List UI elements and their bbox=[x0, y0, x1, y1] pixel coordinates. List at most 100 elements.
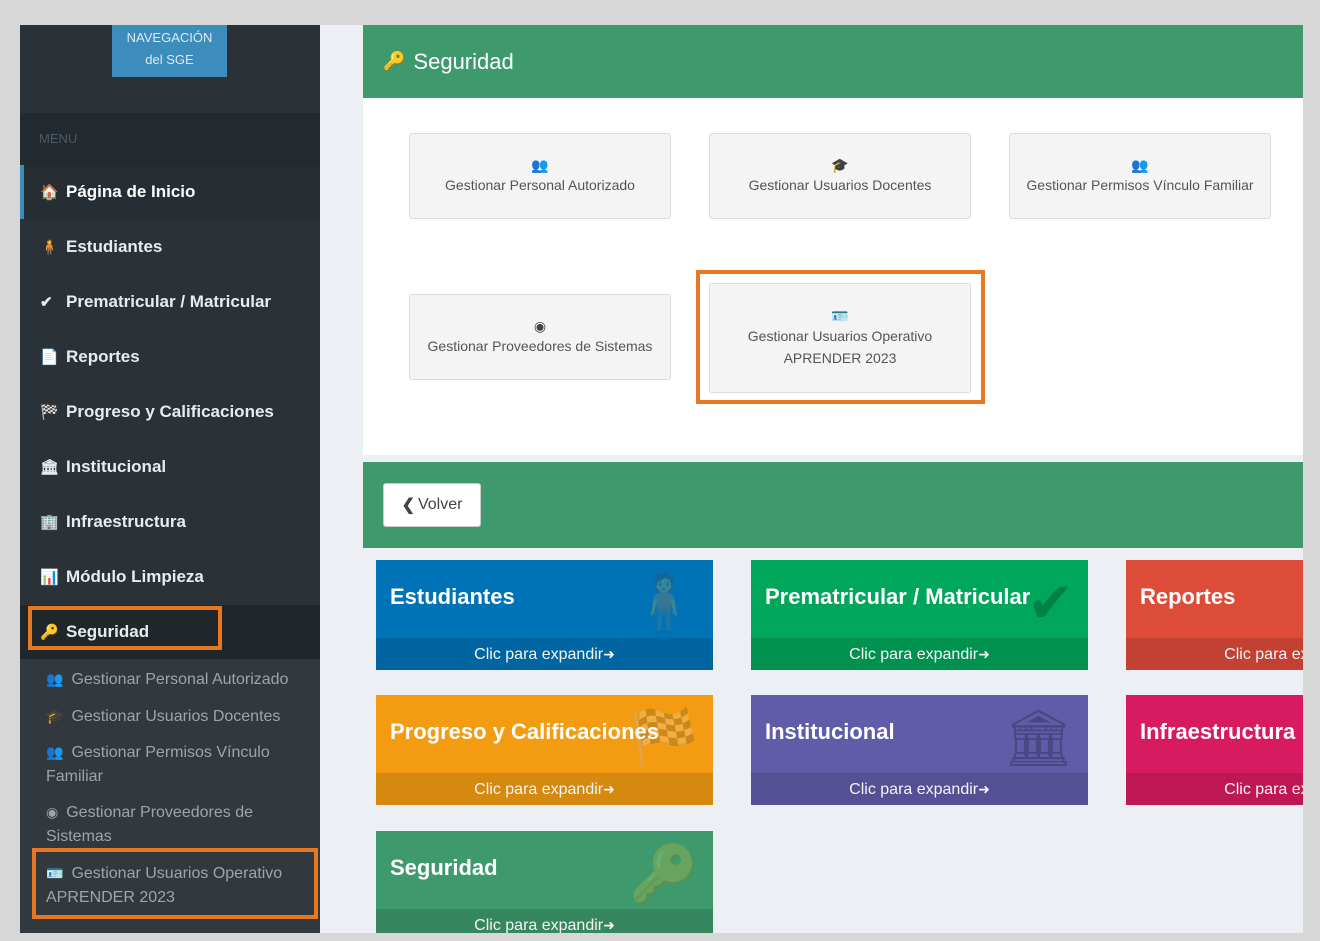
logo-line-2: del SGE bbox=[145, 52, 194, 67]
submenu-item-proveedores[interactable]: ◉ Gestionar Proveedores de Sistemas bbox=[46, 800, 316, 849]
submenu-item-vinculo-familiar[interactable]: 👥 Gestionar Permisos Vínculo Familiar bbox=[46, 740, 316, 789]
bar-chart-icon: 📊 bbox=[40, 569, 59, 586]
sidebar-item-infraestructura[interactable]: 🏢 Infraestructura bbox=[20, 495, 320, 549]
button-label: Gestionar Usuarios Operativo APRENDER 20… bbox=[747, 328, 933, 366]
tile-reportes[interactable]: Reportes 📄 Clic para expandir➜ bbox=[1126, 560, 1303, 670]
tile-title: Reportes bbox=[1140, 584, 1236, 609]
sidebar-item-label: Módulo Limpieza bbox=[66, 567, 204, 586]
user-circle-icon: ◉ bbox=[533, 318, 547, 334]
tile-footer-link[interactable]: Clic para expandir➜ bbox=[376, 909, 713, 933]
key-icon: 🔑 bbox=[40, 624, 59, 641]
tile-footer-link[interactable]: Clic para expandir➜ bbox=[751, 773, 1088, 805]
submenu-item-personal-autorizado[interactable]: 👥 Gestionar Personal Autorizado bbox=[46, 667, 316, 692]
sidebar-item-institucional[interactable]: 🏛 Institucional bbox=[20, 440, 320, 494]
report-icon: 📄 bbox=[40, 349, 59, 366]
tile-footer-label: Clic para expandir bbox=[849, 781, 979, 798]
tile-title: Seguridad bbox=[390, 855, 498, 880]
back-bar: ❮ Volver bbox=[363, 462, 1303, 548]
submenu-item-label: Gestionar Usuarios Operativo APRENDER 20… bbox=[46, 865, 283, 906]
users-icon: 👥 bbox=[46, 671, 64, 687]
submenu-item-label: Gestionar Permisos Vínculo Familiar bbox=[46, 744, 270, 785]
tile-footer-label: Clic para expandir bbox=[474, 917, 604, 933]
button-label: Gestionar Usuarios Docentes bbox=[748, 177, 932, 193]
tile-infraestructura[interactable]: Infraestructura 🏢 Clic para expandir➜ bbox=[1126, 695, 1303, 805]
page-title: Seguridad bbox=[413, 48, 514, 74]
tile-footer-label: Clic para expandir bbox=[474, 781, 604, 798]
tile-footer-link[interactable]: Clic para expandir➜ bbox=[376, 773, 713, 805]
tile-title: Estudiantes bbox=[390, 584, 515, 609]
id-card-icon: 🪪 bbox=[46, 865, 64, 881]
sidebar-item-label: Institucional bbox=[66, 457, 167, 476]
sidebar-item-label: Reportes bbox=[66, 347, 140, 366]
tile-prematricular[interactable]: Prematricular / Matricular ✔ Clic para e… bbox=[751, 560, 1088, 670]
sidebar: NAVEGACIÓN del SGE MENU 🏠 Página de Inic… bbox=[20, 25, 320, 933]
tile-seguridad[interactable]: Seguridad 🔑 Clic para expandir➜ bbox=[376, 831, 713, 933]
sidebar-item-label: Progreso y Calificaciones bbox=[66, 402, 274, 421]
tile-title: Progreso y Calificaciones bbox=[390, 719, 659, 744]
sidebar-item-estudiantes[interactable]: 🧍 Estudiantes bbox=[20, 220, 320, 274]
chevron-left-icon: ❮ bbox=[401, 497, 415, 514]
tile-footer-link[interactable]: Clic para expandir➜ bbox=[1126, 638, 1303, 670]
logo-line-1: NAVEGACIÓN bbox=[126, 30, 213, 45]
student-icon: 🧍 bbox=[629, 571, 699, 634]
submenu-item-operativo-aprender[interactable]: 🪪 Gestionar Usuarios Operativo APRENDER 2… bbox=[46, 861, 316, 910]
personal-autorizado-button[interactable]: 👥 Gestionar Personal Autorizado bbox=[409, 133, 671, 219]
sidebar-item-label: Infraestructura bbox=[66, 512, 186, 531]
back-button[interactable]: ❮ Volver bbox=[383, 483, 481, 527]
sidebar-item-seguridad[interactable]: 🔑 Seguridad bbox=[20, 605, 320, 659]
button-label: Gestionar Personal Autorizado bbox=[445, 177, 635, 193]
graduation-cap-icon: 🎓 bbox=[46, 708, 64, 724]
check-icon: ✔ bbox=[40, 294, 53, 311]
check-icon: ✔ bbox=[1027, 571, 1074, 634]
panel-header: 🔑 Seguridad bbox=[363, 25, 1303, 98]
sidebar-item-label: Prematricular / Matricular bbox=[66, 292, 272, 311]
sidebar-item-prematricular[interactable]: ✔ Prematricular / Matricular bbox=[20, 275, 320, 329]
users-icon: 👥 bbox=[1131, 157, 1149, 173]
tile-footer-label: Clic para expandir bbox=[849, 646, 979, 663]
sidebar-item-label: Seguridad bbox=[66, 622, 150, 641]
sidebar-item-reportes[interactable]: 📄 Reportes bbox=[20, 330, 320, 384]
tile-institucional[interactable]: Institucional 🏛 Clic para expandir➜ bbox=[751, 695, 1088, 805]
building-icon: 🏢 bbox=[40, 514, 59, 531]
submenu-item-label: Gestionar Usuarios Docentes bbox=[71, 708, 281, 725]
tile-progreso[interactable]: Progreso y Calificaciones 🏁 Clic para ex… bbox=[376, 695, 713, 805]
submenu-item-label: Gestionar Proveedores de Sistemas bbox=[46, 804, 253, 845]
arrow-circle-right-icon: ➜ bbox=[978, 781, 990, 797]
home-icon: 🏠 bbox=[40, 184, 59, 201]
arrow-circle-right-icon: ➜ bbox=[603, 781, 615, 797]
app-window: NAVEGACIÓN del SGE MENU 🏠 Página de Inic… bbox=[20, 25, 1303, 933]
tile-estudiantes[interactable]: Estudiantes 🧍 Clic para expandir➜ bbox=[376, 560, 713, 670]
tile-title: Institucional bbox=[765, 719, 895, 744]
institution-icon: 🏛 bbox=[1002, 706, 1074, 769]
student-icon: 🧍 bbox=[40, 239, 59, 256]
vinculo-familiar-button[interactable]: 👥 Gestionar Permisos Vínculo Familiar bbox=[1009, 133, 1271, 219]
proveedores-sistemas-button[interactable]: ◉ Gestionar Proveedores de Sistemas bbox=[409, 294, 671, 380]
sidebar-item-label: Página de Inicio bbox=[66, 182, 196, 201]
submenu-item-usuarios-docentes[interactable]: 🎓 Gestionar Usuarios Docentes bbox=[46, 704, 316, 729]
menu-header: MENU bbox=[20, 113, 320, 165]
tile-footer-link[interactable]: Clic para expandir➜ bbox=[1126, 773, 1303, 805]
usuarios-docentes-button[interactable]: 🎓 Gestionar Usuarios Docentes bbox=[709, 133, 971, 219]
tile-title: Infraestructura bbox=[1140, 719, 1296, 744]
user-circle-icon: ◉ bbox=[46, 804, 59, 820]
tile-footer-label: Clic para expandir bbox=[474, 646, 604, 663]
key-icon: 🔑 bbox=[629, 842, 699, 905]
arrow-circle-right-icon: ➜ bbox=[603, 646, 615, 662]
sidebar-item-inicio[interactable]: 🏠 Página de Inicio bbox=[20, 165, 320, 219]
flag-icon: 🏁 bbox=[40, 404, 59, 421]
users-icon: 👥 bbox=[531, 157, 549, 173]
users-icon: 👥 bbox=[46, 744, 64, 760]
back-label: Volver bbox=[417, 496, 463, 513]
operativo-aprender-button[interactable]: 🪪 Gestionar Usuarios Operativo APRENDER … bbox=[709, 283, 971, 393]
main-content: 🔑 Seguridad 👥 Gestionar Personal Autoriz… bbox=[363, 25, 1303, 933]
tile-title: Prematricular / Matricular bbox=[765, 584, 1031, 609]
tile-footer-link[interactable]: Clic para expandir➜ bbox=[376, 638, 713, 670]
sidebar-item-limpieza[interactable]: 📊 Módulo Limpieza bbox=[20, 550, 320, 604]
key-icon: 🔑 bbox=[383, 51, 406, 71]
tile-footer-link[interactable]: Clic para expandir➜ bbox=[751, 638, 1088, 670]
sge-navigation-logo[interactable]: NAVEGACIÓN del SGE bbox=[112, 25, 227, 77]
button-label: Gestionar Proveedores de Sistemas bbox=[427, 338, 653, 354]
button-label: Gestionar Permisos Vínculo Familiar bbox=[1026, 177, 1254, 193]
id-card-icon: 🪪 bbox=[831, 308, 849, 324]
sidebar-item-progreso[interactable]: 🏁 Progreso y Calificaciones bbox=[20, 385, 320, 439]
